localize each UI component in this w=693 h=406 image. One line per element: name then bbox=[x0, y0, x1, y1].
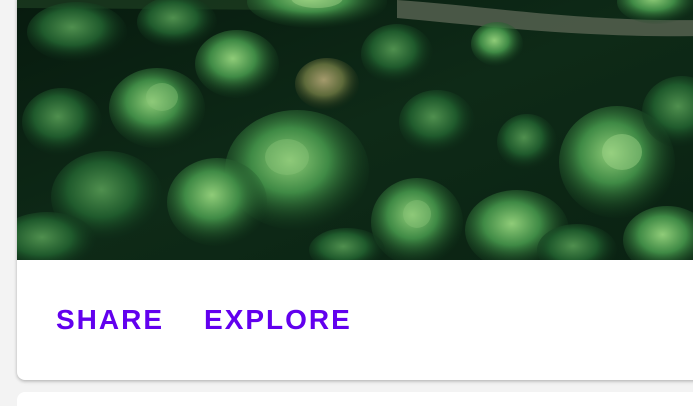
next-card-edge bbox=[17, 392, 693, 406]
explore-button[interactable]: EXPLORE bbox=[204, 306, 352, 334]
card: SHARE EXPLORE bbox=[17, 0, 693, 380]
forest-illustration bbox=[17, 0, 693, 260]
aerial-forest-image bbox=[17, 0, 693, 260]
share-button[interactable]: SHARE bbox=[56, 306, 164, 334]
card-actions: SHARE EXPLORE bbox=[17, 260, 693, 380]
